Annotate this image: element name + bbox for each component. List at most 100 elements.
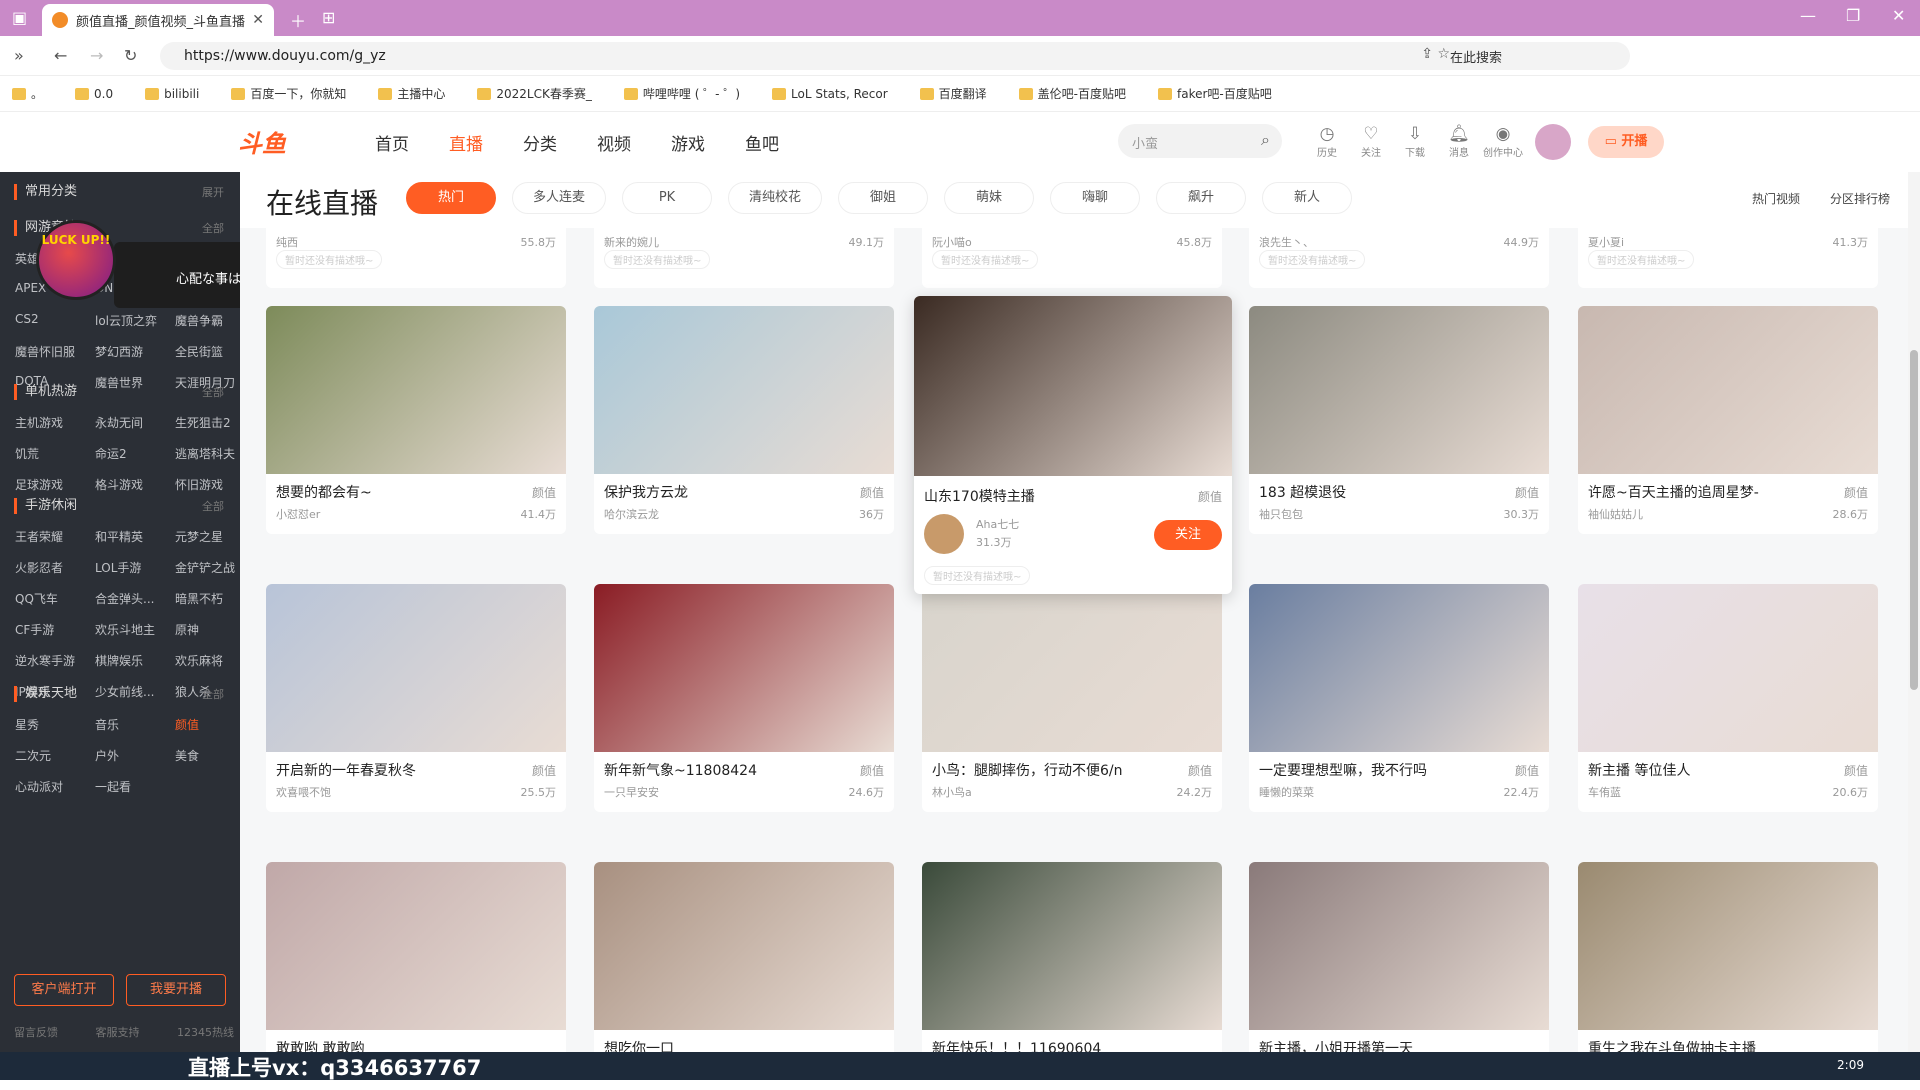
- browser-search-input[interactable]: 在此搜索: [1438, 42, 1638, 70]
- card-thumbnail[interactable]: [266, 306, 566, 474]
- message-button[interactable]: 🔔︎ 消息: [1437, 124, 1481, 159]
- card-thumbnail[interactable]: [1249, 584, 1549, 752]
- page-scrollbar[interactable]: [1908, 172, 1920, 1052]
- bookmark-item[interactable]: 百度一下，你就知: [231, 85, 362, 102]
- category-pill[interactable]: 清纯校花: [728, 182, 823, 214]
- reload-icon[interactable]: ↻: [124, 46, 137, 65]
- sidebar-item[interactable]: 魔兽争霸: [175, 312, 245, 329]
- popup-badge[interactable]: LUCK UP!!: [36, 220, 116, 300]
- sidebar-item[interactable]: 一起看: [95, 778, 175, 795]
- category-pill[interactable]: PK: [622, 182, 713, 214]
- sidebar-item[interactable]: [175, 778, 245, 795]
- sidebar-item[interactable]: 逆水寒手游: [15, 652, 95, 669]
- card-thumbnail[interactable]: [266, 862, 566, 1030]
- live-card[interactable]: 新主播 等位佳人颜值车侑蓝20.6万暂时还没有描述哦~: [1578, 584, 1878, 812]
- sidebar-item[interactable]: 怀旧游戏: [175, 476, 245, 493]
- douyu-logo[interactable]: 斗鱼: [238, 124, 318, 158]
- category-pill[interactable]: 御姐: [838, 182, 929, 214]
- live-card[interactable]: 山东170模特主播 颜值 Aha七七 31.3万 关注 暂时还没有描述哦~: [914, 296, 1232, 594]
- card-thumbnail[interactable]: [266, 584, 566, 752]
- sidebar-item[interactable]: 元梦之星: [175, 528, 245, 545]
- category-pill[interactable]: 多人连麦: [512, 182, 607, 214]
- close-tab-icon[interactable]: ✕: [252, 12, 264, 28]
- card-thumbnail[interactable]: [922, 862, 1222, 1030]
- card-thumbnail[interactable]: [1578, 306, 1878, 474]
- live-card[interactable]: 183 超模退役颜值袖只包包30.3万暂时还没有描述哦~: [1249, 306, 1549, 534]
- live-card[interactable]: 保护我方云龙颜值哈尔滨云龙36万暂时还没有描述哦~: [594, 306, 894, 534]
- back-icon[interactable]: ←: [54, 46, 67, 65]
- sidebar-item[interactable]: 永劫无间: [95, 414, 175, 431]
- go-live-button[interactable]: 我要开播: [126, 974, 226, 1006]
- tab-grid-icon[interactable]: ⊞: [322, 8, 335, 27]
- partial-card[interactable]: 浪先生丶、 44.9万 暂时还没有描述哦~: [1249, 228, 1549, 288]
- hotline-link[interactable]: 12345热线: [177, 1024, 234, 1040]
- download-button[interactable]: ⇩ 下载: [1393, 124, 1437, 159]
- sidebar-item[interactable]: lol云顶之弈: [95, 312, 175, 329]
- nav-yuba[interactable]: 鱼吧: [745, 130, 779, 155]
- live-card[interactable]: 开启新的一年春夏秋冬颜值欢喜喂不饱25.5万暂时还没有描述哦~: [266, 584, 566, 812]
- partial-card[interactable]: 新来的婉儿 49.1万 暂时还没有描述哦~: [594, 228, 894, 288]
- rank-link[interactable]: 分区排行榜: [1830, 190, 1890, 207]
- live-card[interactable]: 想要的都会有~颜值小怼怼er41.4万暂时还没有描述哦~: [266, 306, 566, 534]
- nav-live[interactable]: 直播: [449, 130, 483, 155]
- card-thumbnail[interactable]: [1249, 306, 1549, 474]
- sidebar-item[interactable]: 合金弹头...: [95, 590, 175, 607]
- follow-button[interactable]: 关注: [1154, 520, 1222, 550]
- card-thumbnail[interactable]: [1578, 862, 1878, 1030]
- hot-video-link[interactable]: 热门视频: [1752, 190, 1800, 207]
- creator-center-button[interactable]: ◉ 创作中心: [1481, 124, 1525, 159]
- card-thumbnail[interactable]: [594, 584, 894, 752]
- category-pill[interactable]: 萌妹: [944, 182, 1035, 214]
- restore-icon[interactable]: ❐: [1846, 6, 1860, 25]
- live-card[interactable]: 许愿~百天主播的追周星梦-颜值袖仙姑姑儿28.6万暂时还没有描述哦~: [1578, 306, 1878, 534]
- card-thumbnail[interactable]: [922, 584, 1222, 752]
- history-button[interactable]: ◷ 历史: [1305, 124, 1349, 159]
- sidebar-item[interactable]: 户外: [95, 747, 175, 764]
- sidebar-item[interactable]: CS2: [15, 312, 95, 329]
- sidebar-item[interactable]: 主机游戏: [15, 414, 95, 431]
- card-thumbnail[interactable]: [1249, 862, 1549, 1030]
- feedback-link[interactable]: 留言反馈: [14, 1024, 58, 1040]
- sidebar-item[interactable]: 王者荣耀: [15, 528, 95, 545]
- sidebar-item[interactable]: 命运2: [95, 445, 175, 462]
- sidebar-item[interactable]: 音乐: [95, 716, 175, 733]
- partial-card[interactable]: 纯西 55.8万 暂时还没有描述哦~: [266, 228, 566, 288]
- start-stream-button[interactable]: ▭ 开播: [1588, 126, 1664, 158]
- streamer-avatar[interactable]: [924, 514, 964, 554]
- site-search-input[interactable]: 小蛮 ⌕: [1118, 124, 1282, 158]
- sidebar-more-link[interactable]: 全部: [202, 686, 224, 702]
- sidebar-item[interactable]: 饥荒: [15, 445, 95, 462]
- bookmark-item[interactable]: bilibili: [145, 87, 215, 101]
- sidebar-item[interactable]: 欢乐斗地主: [95, 621, 175, 638]
- sidebar-item[interactable]: 美食: [175, 747, 245, 764]
- live-card[interactable]: 新年新气象~11808424颜值一只早安安24.6万暂时还没有描述哦~: [594, 584, 894, 812]
- follow-list-button[interactable]: ♡ 关注: [1349, 124, 1393, 159]
- sidebar-item[interactable]: QQ飞车: [15, 590, 95, 607]
- new-tab-icon[interactable]: ＋: [290, 8, 306, 32]
- sidebar-item[interactable]: 魔兽怀旧服: [15, 343, 95, 360]
- minimize-icon[interactable]: —: [1800, 6, 1816, 25]
- nav-game[interactable]: 游戏: [671, 130, 705, 155]
- category-pill[interactable]: 新人: [1262, 182, 1353, 214]
- nav-category[interactable]: 分类: [523, 130, 557, 155]
- sidebar-more-link[interactable]: 展开: [202, 184, 224, 200]
- card-thumbnail[interactable]: [914, 296, 1232, 476]
- sidebar-item[interactable]: 火影忍者: [15, 559, 95, 576]
- bookmark-item[interactable]: 百度翻译: [919, 85, 1003, 102]
- sidebar-item[interactable]: 星秀: [15, 716, 95, 733]
- sidebar-item[interactable]: 梦幻西游: [95, 343, 175, 360]
- live-card[interactable]: 一定要理想型嘛，我不行吗颜值睡懒的菜菜22.4万暂时还没有描述哦~: [1249, 584, 1549, 812]
- browser-tab[interactable]: 颜值直播_颜值视频_斗鱼直播 ✕: [42, 4, 274, 36]
- support-link[interactable]: 客服支持: [96, 1024, 140, 1040]
- scroll-thumb[interactable]: [1910, 350, 1918, 690]
- client-open-button[interactable]: 客户端打开: [14, 974, 114, 1006]
- bookmark-item[interactable]: 盖伦吧-百度贴吧: [1018, 85, 1142, 102]
- sidebar-item[interactable]: CF手游: [15, 621, 95, 638]
- close-window-icon[interactable]: ✕: [1892, 6, 1905, 25]
- bookmark-item[interactable]: 。: [12, 85, 59, 102]
- sidebar-item[interactable]: 二次元: [15, 747, 95, 764]
- expand-icon[interactable]: »: [14, 46, 24, 65]
- card-thumbnail[interactable]: [594, 862, 894, 1030]
- sidebar-item[interactable]: 颜值: [175, 716, 245, 733]
- url-input[interactable]: https://www.douyu.com/g_yz ⇪ ☆: [160, 42, 1630, 70]
